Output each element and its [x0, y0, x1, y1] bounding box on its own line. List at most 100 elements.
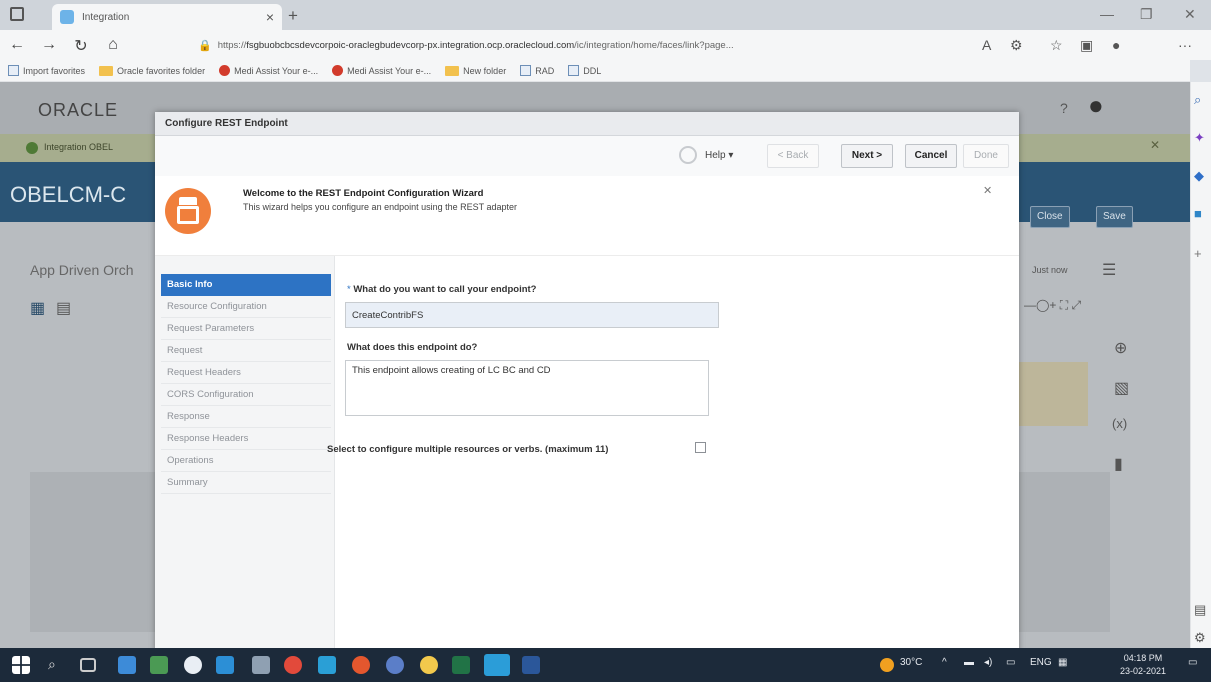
integration-title: OBELCM-C [10, 182, 127, 207]
step-operations[interactable]: Operations [161, 450, 331, 472]
sparkle-icon[interactable]: ✦ [1194, 130, 1205, 146]
search-icon[interactable]: ⌕ [1194, 92, 1201, 108]
back-button[interactable]: < Back [767, 144, 819, 168]
step-request-headers[interactable]: Request Headers [161, 362, 331, 384]
add-sidebar-icon[interactable]: + [1194, 246, 1202, 261]
step-resource-configuration[interactable]: Resource Configuration [161, 296, 331, 318]
clock-time: 04:18 PM [1123, 653, 1163, 663]
multiple-resources-checkbox[interactable] [695, 442, 706, 453]
step-cors-configuration[interactable]: CORS Configuration [161, 384, 331, 406]
extensions-icon[interactable]: ⚙ [1010, 37, 1023, 54]
tab-title: Integration [82, 11, 130, 23]
shopping-icon[interactable]: ◆ [1194, 168, 1204, 184]
task-view-icon[interactable] [80, 658, 96, 672]
close-button[interactable]: Close [1030, 206, 1070, 228]
forward-arrow-icon[interactable]: → [34, 36, 64, 54]
tracking-icon[interactable]: ▧ [1114, 378, 1129, 398]
app-subtitle: App Driven Orch [30, 262, 134, 278]
minimize-icon[interactable]: — [1100, 6, 1114, 22]
chrome-icon[interactable] [284, 656, 302, 674]
split-screen-icon[interactable]: ▤ [1194, 602, 1206, 618]
favorite-medi-assist-1[interactable]: Medi Assist Your e-... [219, 65, 318, 76]
banner-text: Integration OBEL [44, 142, 114, 152]
taskbar-app-icon[interactable] [150, 656, 168, 674]
help-icon[interactable]: ? [1060, 100, 1068, 116]
analytics-icon[interactable]: ▮ [1114, 454, 1123, 474]
endpoint-description-input[interactable]: This endpoint allows creating of LC BC a… [345, 360, 709, 416]
taskbar-app-icon[interactable] [420, 656, 438, 674]
close-welcome-icon[interactable]: ✕ [983, 184, 992, 197]
home-icon[interactable]: ⌂ [98, 36, 128, 54]
url-field[interactable]: 🔒 https://fsgbuobcbcsdevcorpoic-oraclegb… [198, 34, 968, 56]
refresh-icon[interactable]: ↻ [66, 36, 96, 56]
search-icon[interactable]: ⌕ [48, 656, 66, 674]
help-menu[interactable]: Help ▾ [705, 150, 733, 161]
temperature-text[interactable]: 30°C [900, 657, 922, 668]
canvas-view-icon[interactable]: ▦ [30, 298, 45, 318]
network-icon[interactable]: ▭ [1006, 657, 1015, 668]
pseudo-view-icon[interactable]: ▤ [56, 298, 71, 318]
user-avatar-icon[interactable]: ● [1088, 90, 1104, 121]
step-request-parameters[interactable]: Request Parameters [161, 318, 331, 340]
taskbar-app-icon[interactable] [352, 656, 370, 674]
notification-icon[interactable]: ▭ [1188, 657, 1197, 668]
progress-circle-icon [679, 146, 697, 164]
mapper-icon[interactable]: ⊕ [1114, 338, 1127, 358]
edge-icon[interactable] [484, 654, 510, 676]
done-button[interactable]: Done [963, 144, 1009, 168]
cancel-button[interactable]: Cancel [905, 144, 957, 168]
taskbar-app-icon[interactable] [184, 656, 202, 674]
step-response[interactable]: Response [161, 406, 331, 428]
step-request[interactable]: Request [161, 340, 331, 362]
close-tab-icon[interactable]: × [266, 9, 274, 25]
read-aloud-icon[interactable]: A [982, 37, 991, 53]
excel-icon[interactable] [452, 656, 470, 674]
step-summary[interactable]: Summary [161, 472, 331, 494]
taskbar-app-icon[interactable] [216, 656, 234, 674]
variables-icon[interactable]: (x) [1112, 416, 1127, 431]
save-button[interactable]: Save [1096, 206, 1133, 228]
settings-icon[interactable]: ⚙ [1194, 630, 1206, 646]
taskbar-app-icon[interactable] [252, 656, 270, 674]
back-arrow-icon[interactable]: ← [2, 36, 32, 54]
tab-actions-icon[interactable] [10, 7, 24, 21]
next-button[interactable]: Next > [841, 144, 893, 168]
volume-icon[interactable]: ◂) [984, 657, 992, 668]
endpoint-name-input[interactable] [345, 302, 719, 328]
favorite-new-folder[interactable]: New folder [445, 65, 506, 76]
list-icon[interactable]: ☰ [1102, 260, 1116, 280]
language-indicator[interactable]: ENG [1030, 657, 1052, 668]
restore-icon[interactable]: ❐ [1140, 6, 1153, 23]
word-icon[interactable] [522, 656, 540, 674]
step-basic-info[interactable]: Basic Info [161, 274, 331, 296]
favorite-rad[interactable]: RAD [520, 65, 554, 76]
windows-start-icon[interactable] [12, 656, 30, 674]
favorites-star-icon[interactable]: ☆ [1050, 37, 1063, 54]
new-tab-icon[interactable]: + [288, 6, 298, 26]
medi-assist-icon [332, 65, 344, 76]
collections-icon[interactable]: ▣ [1080, 37, 1093, 54]
zoom-slider-icon[interactable]: —◯+ ⛶ ⤢ [1024, 298, 1081, 313]
battery-icon[interactable]: ▬ [964, 657, 974, 668]
input-method-icon[interactable]: ▦ [1058, 657, 1067, 668]
url-path: /ic/integration/home/faces/link?page... [574, 39, 734, 51]
office-icon[interactable]: ■ [1194, 206, 1202, 221]
favorite-oracle-folder[interactable]: Oracle favorites folder [99, 65, 205, 76]
favorite-medi-assist-2[interactable]: Medi Assist Your e-... [332, 65, 431, 76]
close-window-icon[interactable]: ✕ [1184, 6, 1196, 23]
browser-tab-integration[interactable]: Integration × [52, 4, 282, 30]
favorite-import[interactable]: Import favorites [8, 65, 85, 76]
taskbar-app-icon[interactable] [118, 656, 136, 674]
chart-icon [520, 65, 532, 76]
taskbar-app-icon[interactable] [318, 656, 336, 674]
show-hidden-icons-icon[interactable]: ^ [942, 657, 947, 668]
step-response-headers[interactable]: Response Headers [161, 428, 331, 450]
weather-icon[interactable] [880, 658, 894, 672]
close-banner-icon[interactable]: ✕ [1150, 138, 1160, 152]
profile-icon[interactable]: ● [1112, 37, 1120, 53]
welcome-panel: Welcome to the REST Endpoint Configurati… [155, 176, 1019, 256]
favorite-ddl[interactable]: DDL [568, 65, 601, 76]
system-clock[interactable]: 04:18 PM 23-02-2021 [1120, 652, 1166, 678]
taskbar-app-icon[interactable] [386, 656, 404, 674]
more-menu-icon[interactable]: ··· [1178, 37, 1192, 53]
